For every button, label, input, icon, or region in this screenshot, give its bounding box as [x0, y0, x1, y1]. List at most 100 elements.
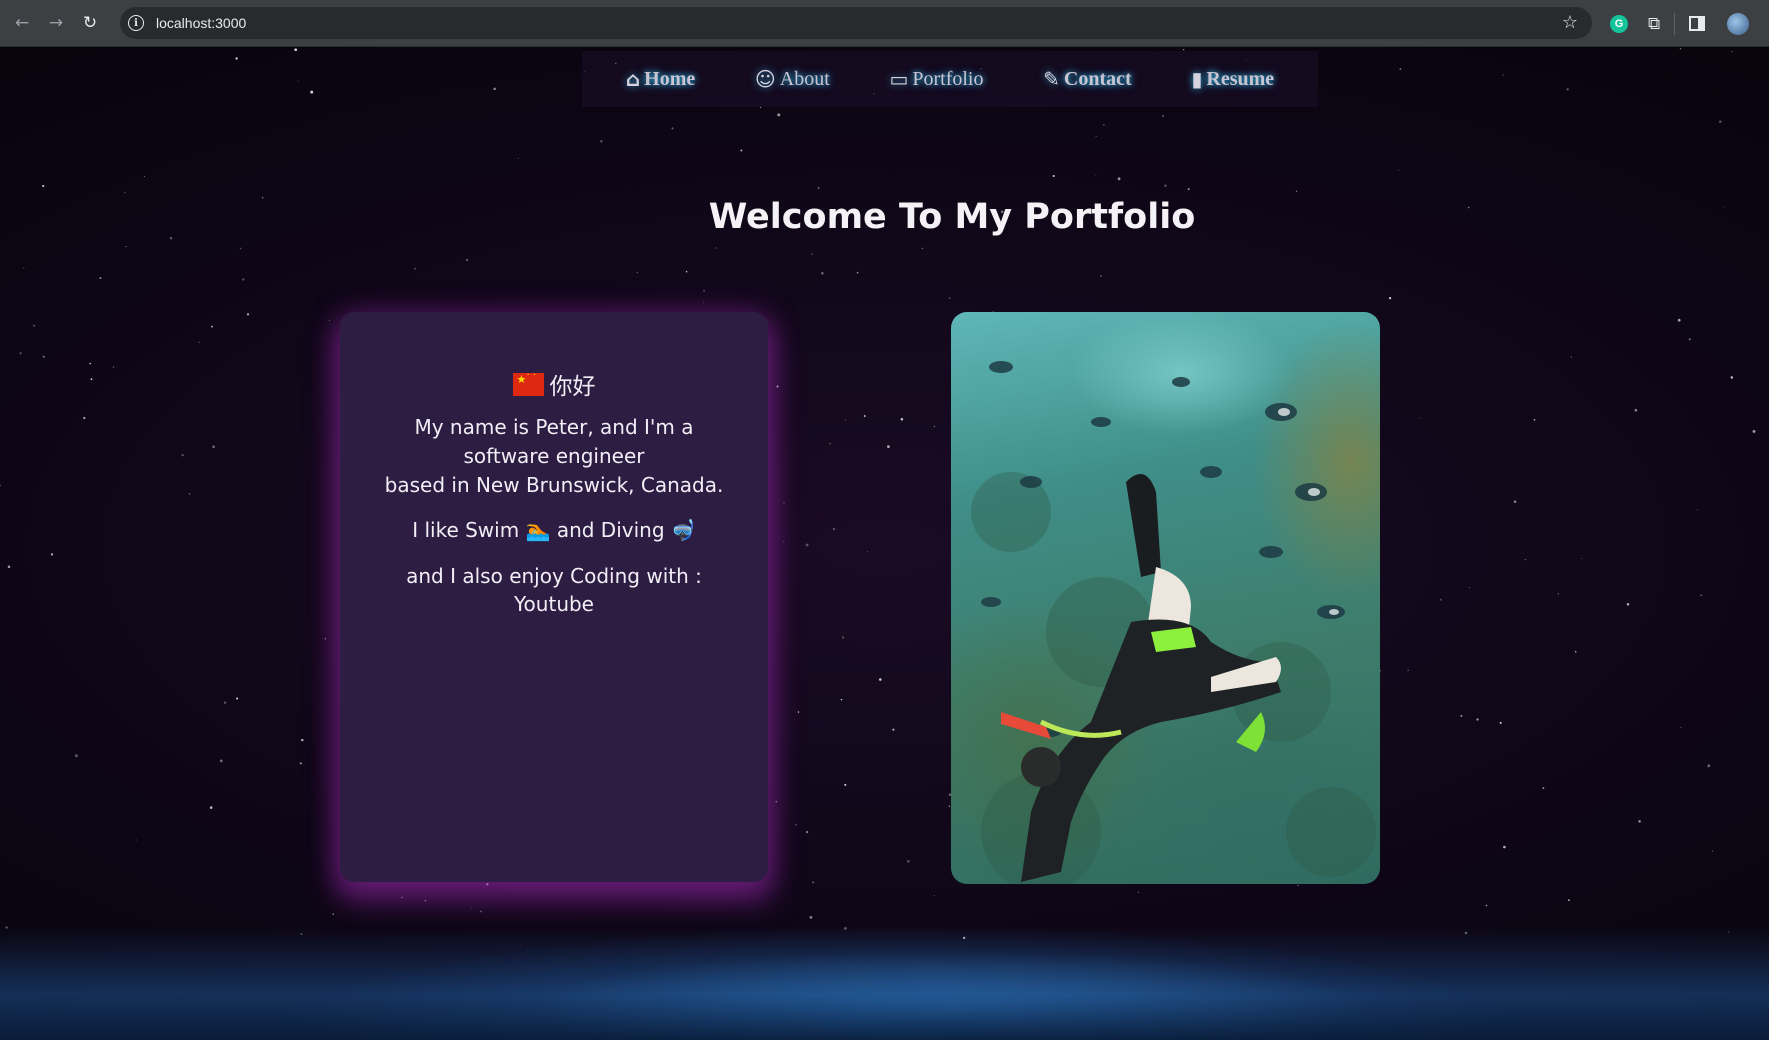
star — [856, 271, 859, 274]
star — [1634, 408, 1638, 412]
star — [795, 823, 797, 826]
greeting: 你好 — [340, 367, 768, 401]
star — [685, 270, 688, 273]
nav-contact-label: Contact — [1063, 67, 1132, 90]
profile-avatar[interactable] — [1727, 12, 1750, 35]
star — [242, 278, 245, 281]
star — [136, 839, 137, 841]
star — [1399, 68, 1402, 71]
star — [1718, 120, 1722, 124]
star — [1419, 417, 1421, 419]
nav-resume-label: Resume — [1206, 67, 1275, 90]
extensions-puzzle-icon[interactable]: ⧉ — [1648, 14, 1660, 34]
star — [1688, 338, 1691, 341]
star — [310, 90, 314, 94]
intro-line-1: My name is Peter, and I'm a software eng… — [414, 415, 694, 468]
star — [933, 425, 935, 427]
star — [1388, 296, 1392, 300]
star — [1439, 598, 1442, 601]
portfolio-page: ⌂ Home ☺ About ▭ Portfolio ✎ Contact ▮ R… — [0, 47, 1769, 1040]
star — [805, 543, 809, 547]
star — [1137, 891, 1139, 893]
forward-arrow-icon[interactable]: → — [44, 11, 68, 35]
page-title: Welcome To My Portfolio — [708, 197, 1196, 237]
star — [90, 378, 93, 381]
diver-illustration — [971, 361, 1376, 884]
star — [235, 57, 238, 60]
intro-line-2: based in New Brunswick, Canada. — [384, 473, 724, 497]
star — [671, 127, 674, 130]
star — [703, 302, 704, 303]
star — [1513, 500, 1517, 503]
star — [1052, 174, 1055, 178]
user-icon: ☺ — [754, 67, 776, 91]
nav-about-label: About — [779, 67, 830, 90]
nav-home[interactable]: ⌂ Home — [626, 67, 695, 91]
extensions-area: G ⧉ — [1600, 0, 1750, 47]
star — [1570, 356, 1573, 358]
star — [1677, 318, 1681, 322]
star — [821, 271, 824, 275]
info-icon[interactable]: i — [128, 15, 144, 31]
star — [1679, 47, 1682, 50]
star — [715, 247, 718, 249]
folder-open-icon: ▭ — [889, 67, 909, 91]
file-icon: ▮ — [1191, 67, 1203, 91]
star — [783, 502, 785, 504]
star — [294, 48, 298, 52]
star — [99, 277, 102, 280]
star — [921, 247, 923, 249]
nav-contact[interactable]: ✎ Contact — [1043, 67, 1132, 91]
china-flag-icon — [512, 370, 544, 396]
star — [1557, 593, 1559, 595]
star — [169, 236, 173, 240]
star — [1581, 558, 1583, 560]
star — [842, 636, 845, 639]
star — [809, 916, 813, 919]
star — [299, 762, 302, 765]
star — [246, 313, 250, 316]
star — [863, 415, 866, 417]
nav-resume[interactable]: ▮ Resume — [1191, 67, 1274, 91]
star — [1499, 721, 1502, 724]
bookmark-star-icon[interactable]: ☆ — [1562, 12, 1578, 33]
star — [493, 87, 496, 91]
address-bar[interactable]: i localhost:3000 ☆ — [120, 7, 1592, 39]
star — [1638, 820, 1641, 823]
main-navbar: ⌂ Home ☺ About ▭ Portfolio ✎ Contact ▮ R… — [582, 51, 1318, 107]
star — [1295, 190, 1297, 192]
url-text[interactable]: localhost:3000 — [156, 15, 246, 31]
grammarly-extension-icon[interactable]: G — [1610, 14, 1628, 33]
reload-icon[interactable]: ↻ — [78, 11, 102, 35]
star — [1407, 669, 1409, 671]
star — [329, 320, 331, 322]
back-arrow-icon[interactable]: ← — [10, 11, 34, 35]
starfield-background — [0, 47, 1756, 947]
star — [332, 913, 334, 915]
star — [703, 289, 706, 292]
greeting-text: 你好 — [549, 374, 596, 400]
star — [0, 484, 2, 487]
nav-portfolio[interactable]: ▭ Portfolio — [889, 67, 983, 91]
star — [401, 896, 403, 899]
coding-text: and I also enjoy Coding with : Youtube — [406, 564, 702, 616]
side-panel-icon[interactable] — [1689, 16, 1706, 31]
star — [1100, 275, 1102, 277]
star — [124, 191, 126, 193]
star — [23, 267, 25, 269]
star — [89, 362, 91, 365]
intro-card: 你好 My name is Peter, and I'm a software … — [340, 312, 768, 882]
star — [776, 385, 779, 388]
star — [845, 419, 847, 421]
nav-portfolio-label: Portfolio — [912, 67, 984, 90]
star — [740, 149, 743, 152]
star — [829, 442, 831, 445]
nav-about[interactable]: ☺ About — [755, 67, 830, 91]
star — [1162, 114, 1164, 117]
star — [783, 541, 785, 542]
star — [19, 352, 22, 355]
star — [1711, 850, 1714, 852]
star — [209, 806, 213, 809]
star — [811, 253, 813, 255]
star — [817, 186, 820, 189]
